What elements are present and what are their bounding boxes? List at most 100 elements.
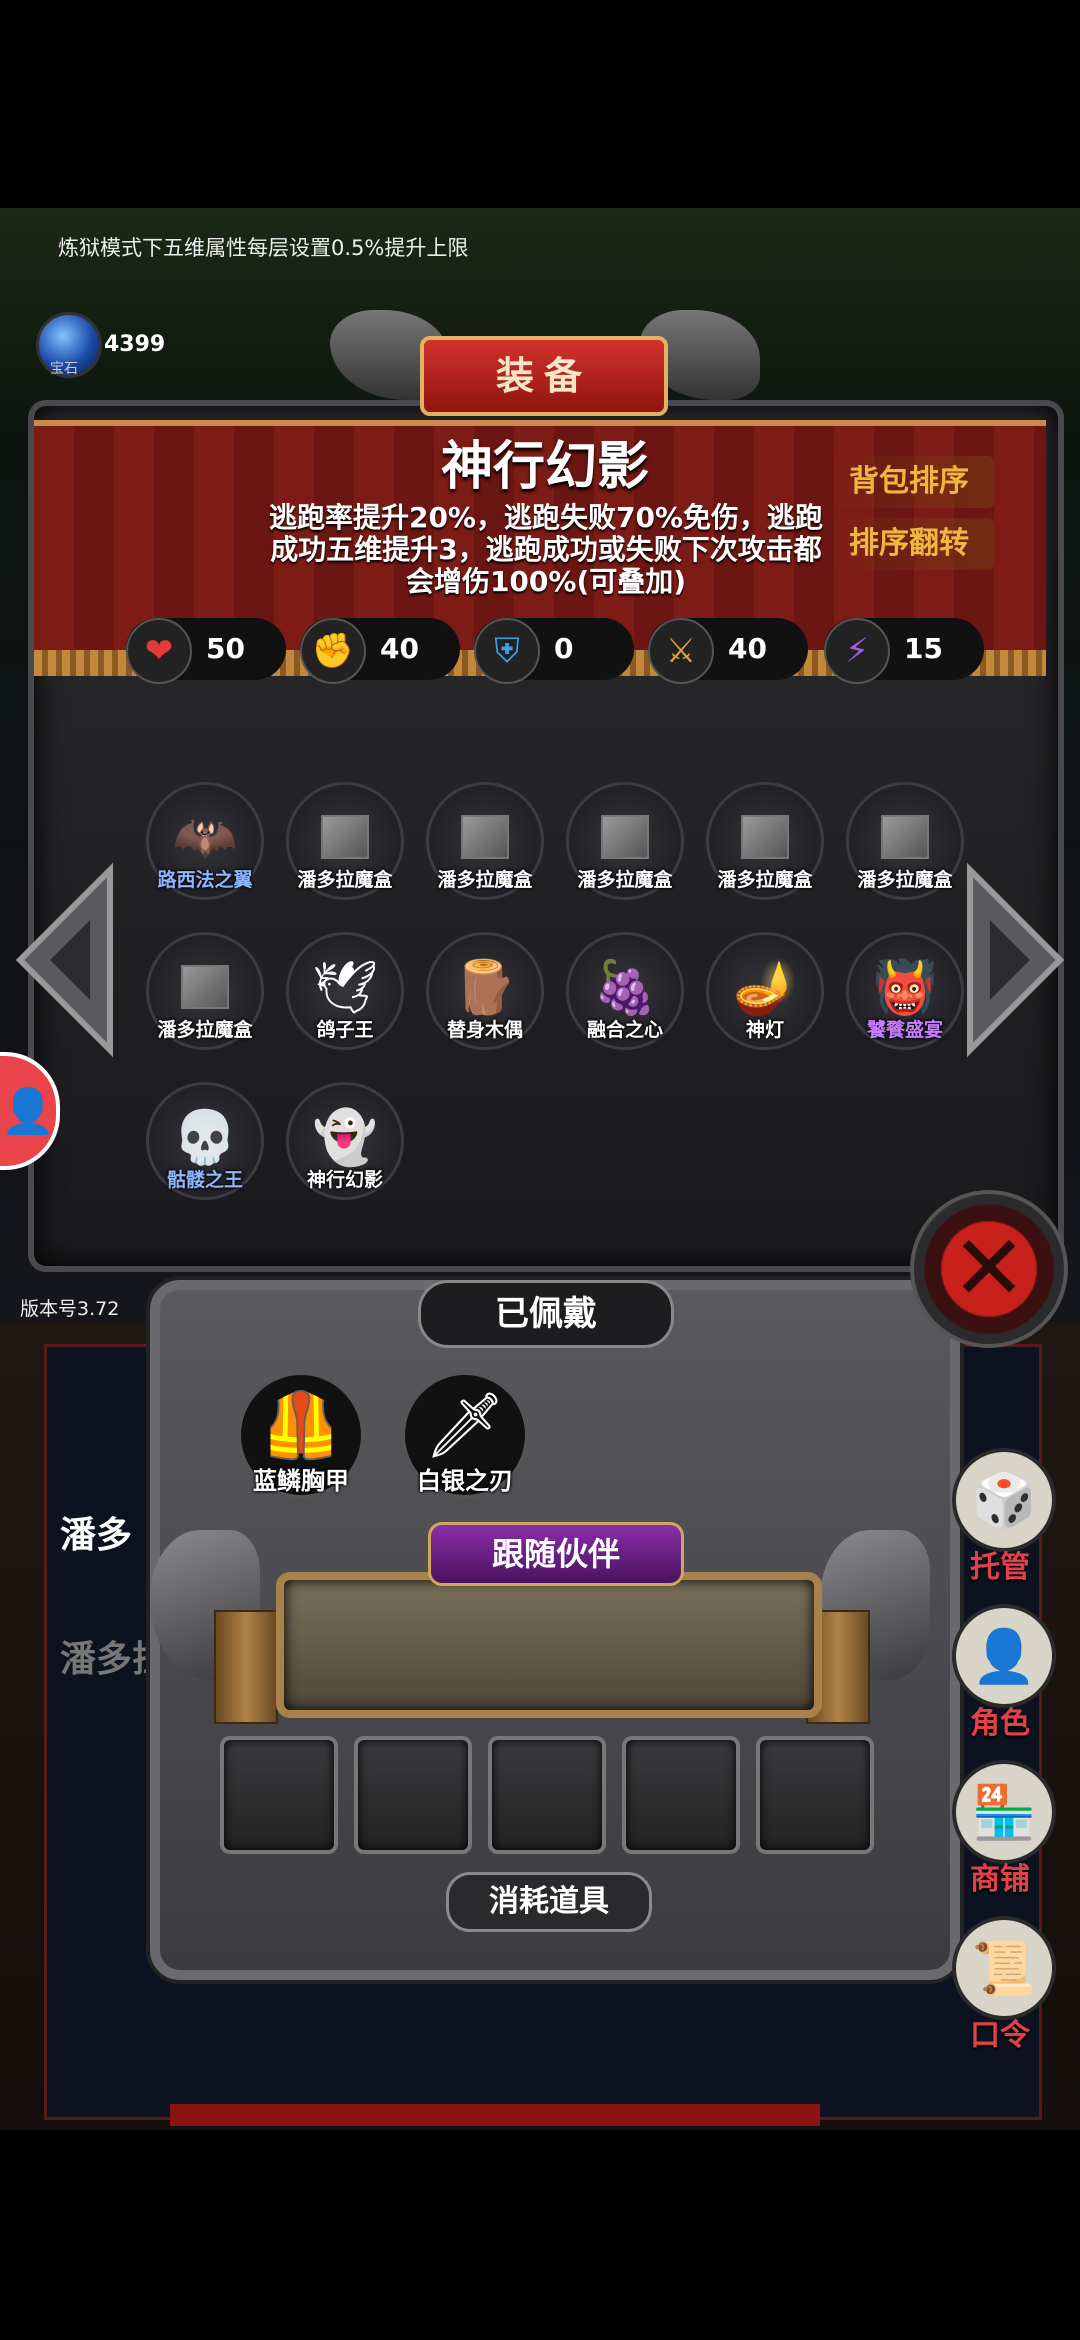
stat-4: ⚡ 15 xyxy=(824,618,984,684)
consumable-slot[interactable] xyxy=(488,1736,606,1854)
item-label: 潘多拉魔盒 xyxy=(577,869,673,891)
item-icon: 🍇 xyxy=(592,957,658,1018)
sort-reverse-button[interactable]: 排序翻转 xyxy=(824,518,994,570)
item-icon: 🕊 xyxy=(312,957,379,1018)
item-icon: 💀 xyxy=(172,1107,238,1168)
item-label: 潘多拉魔盒 xyxy=(717,869,813,891)
gem-label: 宝石 xyxy=(50,361,78,377)
inventory-slot[interactable]: 🪵 替身木偶 xyxy=(426,932,544,1050)
box-icon xyxy=(601,815,649,859)
box-icon xyxy=(741,815,789,859)
item-icon xyxy=(175,957,235,1017)
consumables-title: 消耗道具 xyxy=(446,1872,652,1932)
inventory-slot[interactable]: 潘多拉魔盒 xyxy=(286,782,404,900)
item-label: 饕餮盛宴 xyxy=(866,1019,943,1041)
shop-icon[interactable]: 🏪 xyxy=(952,1760,1056,1864)
item-description: 逃跑率提升20%，逃跑失败70%免伤，逃跑成功五维提升3，逃跑成功或失败下次攻击… xyxy=(268,501,824,598)
inventory-slot[interactable]: 🪔 神灯 xyxy=(706,932,824,1050)
stat-value: 40 xyxy=(728,632,767,665)
companion-slot[interactable] xyxy=(276,1572,822,1718)
panel-title: 装备 xyxy=(420,336,668,416)
lightning-icon: ⚡ xyxy=(824,618,890,684)
box-icon xyxy=(321,815,369,859)
sort-bag-button[interactable]: 背包排序 xyxy=(824,456,994,508)
item-icon: 🪔 xyxy=(732,957,798,1018)
heart-icon: ❤ xyxy=(126,618,192,684)
red-band xyxy=(170,2104,820,2126)
close-button[interactable]: ✕ xyxy=(910,1190,1068,1348)
stat-value: 40 xyxy=(380,632,419,665)
stat-3: ⚔ 40 xyxy=(648,618,808,684)
strength-icon: ✊ xyxy=(300,618,366,684)
inventory-slot[interactable]: 潘多拉魔盒 xyxy=(706,782,824,900)
stat-value: 15 xyxy=(904,632,943,665)
side-menu-label[interactable]: 商铺 xyxy=(944,1854,1056,1898)
stat-1: ✊ 40 xyxy=(300,618,460,684)
equipped-slot[interactable]: 🦺 蓝鳞胸甲 xyxy=(238,1372,364,1498)
item-label: 潘多拉魔盒 xyxy=(157,1019,253,1041)
weapon-icon: ⚔ xyxy=(648,618,714,684)
consumable-slot[interactable] xyxy=(756,1736,874,1854)
item-label: 路西法之翼 xyxy=(157,869,253,891)
consumable-slot[interactable] xyxy=(354,1736,472,1854)
side-menu-label[interactable]: 口令 xyxy=(944,2010,1056,2054)
stat-value: 50 xyxy=(206,632,245,665)
equipped-item-icon: 🗡 xyxy=(424,1388,506,1463)
pillar-left xyxy=(214,1610,278,1724)
armor-icon: ⛨ xyxy=(474,618,540,684)
consumable-slot[interactable] xyxy=(622,1736,740,1854)
box-icon xyxy=(881,815,929,859)
item-label: 融合之心 xyxy=(586,1019,663,1041)
item-icon xyxy=(875,807,935,867)
stat-0: ❤ 50 xyxy=(126,618,286,684)
item-label: 神行幻影 xyxy=(306,1169,383,1191)
side-menu-label[interactable]: 角色 xyxy=(944,1698,1056,1742)
inventory-slot[interactable]: 🍇 融合之心 xyxy=(566,932,684,1050)
item-icon xyxy=(455,807,515,867)
item-icon: 👹 xyxy=(872,957,938,1018)
character-icon[interactable]: 👤 xyxy=(952,1604,1056,1708)
inventory-slot[interactable]: 潘多拉魔盒 xyxy=(146,932,264,1050)
item-icon xyxy=(315,807,375,867)
inventory-slot[interactable]: 潘多拉魔盒 xyxy=(846,782,964,900)
inventory-slot[interactable]: 💀 骷髅之王 xyxy=(146,1082,264,1200)
equipped-title: 已佩戴 xyxy=(418,1280,674,1348)
stat-2: ⛨ 0 xyxy=(474,618,634,684)
item-icon: 👻 xyxy=(312,1107,378,1168)
dice-icon[interactable]: 🎲 xyxy=(952,1448,1056,1552)
equipped-item-label: 白银之刃 xyxy=(417,1467,513,1495)
inventory-slot[interactable]: 👹 饕餮盛宴 xyxy=(846,932,964,1050)
inventory-slot[interactable]: 🕊 鸽子王 xyxy=(286,932,404,1050)
equipped-item-label: 蓝鳞胸甲 xyxy=(253,1467,349,1495)
consumable-slot[interactable] xyxy=(220,1736,338,1854)
item-label: 鸽子王 xyxy=(316,1019,374,1041)
box-icon xyxy=(461,815,509,859)
equipped-slot[interactable]: 🗡 白银之刃 xyxy=(402,1372,528,1498)
item-icon xyxy=(595,807,655,867)
gem-count: 4399 xyxy=(104,332,166,357)
box-icon xyxy=(181,965,229,1009)
item-label: 潘多拉魔盒 xyxy=(857,869,953,891)
item-icon: 🪵 xyxy=(452,957,518,1018)
background-label-1: 潘多 xyxy=(60,1515,133,1556)
notice-text: 炼狱模式下五维属性每层设置0.5%提升上限 xyxy=(58,236,469,260)
next-page-arrow[interactable] xyxy=(960,860,1070,1060)
inventory-slot[interactable]: 潘多拉魔盒 xyxy=(566,782,684,900)
item-label: 替身木偶 xyxy=(446,1019,523,1041)
inventory-slot[interactable]: 🦇 路西法之翼 xyxy=(146,782,264,900)
version-label: 版本号3.72 xyxy=(20,1298,120,1320)
item-label: 潘多拉魔盒 xyxy=(297,869,393,891)
stat-value: 0 xyxy=(554,632,574,665)
item-label: 神灯 xyxy=(745,1019,784,1041)
item-label: 潘多拉魔盒 xyxy=(437,869,533,891)
prev-page-arrow[interactable] xyxy=(10,860,120,1060)
inventory-slot[interactable]: 潘多拉魔盒 xyxy=(426,782,544,900)
item-icon xyxy=(735,807,795,867)
side-menu-label[interactable]: 托管 xyxy=(944,1542,1056,1586)
item-label: 骷髅之王 xyxy=(166,1169,243,1191)
item-icon: 🦇 xyxy=(172,807,238,868)
equipped-item-icon: 🦺 xyxy=(261,1388,341,1463)
inventory-slot[interactable]: 👻 神行幻影 xyxy=(286,1082,404,1200)
scroll-icon[interactable]: 📜 xyxy=(952,1916,1056,2020)
companion-title: 跟随伙伴 xyxy=(428,1522,684,1586)
